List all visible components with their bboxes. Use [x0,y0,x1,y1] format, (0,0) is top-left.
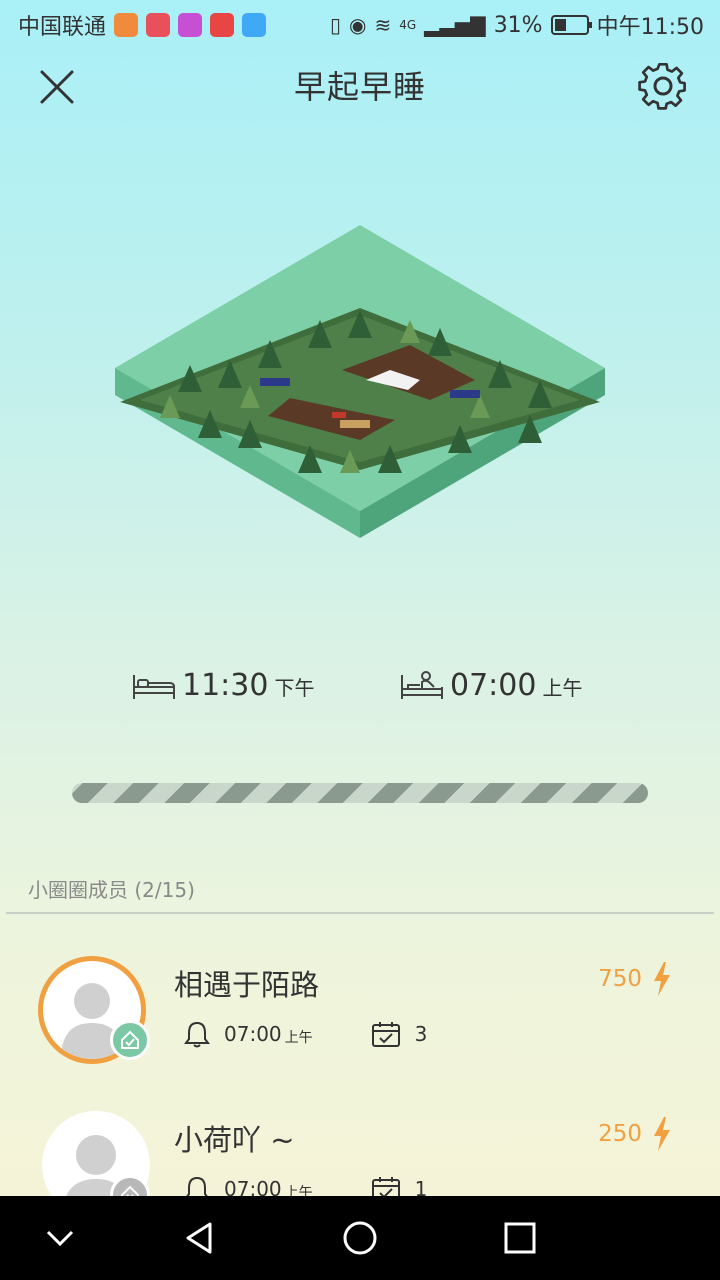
navigation-bar [0,1196,720,1280]
app-notification-icon [178,13,203,37]
clock: 中午11:50 [596,15,704,40]
wake-time-ampm: 上午 [542,676,583,700]
wake-time[interactable]: 07:00 上午 [400,668,582,703]
wake-time-value: 07:00 [450,668,537,703]
gear-icon[interactable] [636,58,690,112]
header: 早起早睡 [0,50,720,120]
app-notification-icon [146,13,171,37]
app-notification-icon [114,13,139,37]
status-bar: 中国联通 ▯ ◉ ≋ 4G ▂▃▅▇ 31% 中午11:50 [0,0,720,50]
member-score: 750 [598,962,672,996]
member-name: 相遇于陌路 [174,968,320,1002]
status-bar-left: 中国联通 [18,9,267,41]
alarm-ampm: 上午 [284,1029,313,1046]
bell-icon [184,1021,210,1048]
signal-icon: ▂▃▅▇ [424,13,486,37]
sleep-time-ampm: 下午 [274,676,315,700]
battery-percent: 31% [493,12,543,38]
lightning-icon [654,962,670,996]
member-row[interactable]: 相遇于陌路 750 07:00 上午 3 [0,950,720,1100]
app-notification-icon [242,13,267,37]
bed-wake-icon [401,670,443,699]
sleep-time[interactable]: 11:30 下午 [132,668,314,703]
home-icon[interactable] [340,1218,380,1258]
recents-icon[interactable] [500,1218,540,1258]
member-name: 小荷吖 ~ [174,1123,295,1157]
vibrate-icon: ▯ [329,13,341,37]
checked-in-badge [110,1020,150,1060]
checkin-count: 3 [414,1022,428,1046]
status-bar-right: ▯ ◉ ≋ 4G ▂▃▅▇ 31% 中午11:50 [330,9,704,41]
page-title: 早起早睡 [293,68,426,106]
eye-icon: ◉ [349,13,367,37]
score-value: 250 [598,1121,642,1147]
lightning-icon [654,1117,670,1151]
battery-icon [550,15,592,35]
network-label: 4G [399,18,417,32]
forest-illustration [115,225,605,538]
schedule-row: 11:30 下午 07:00 上午 [0,668,720,724]
home-check-icon [121,1030,139,1049]
member-score: 250 [598,1117,672,1151]
divider [6,912,714,914]
progress-bar [72,783,648,803]
sleep-time-value: 11:30 [182,668,269,703]
app-notification-icon [210,13,235,37]
wifi-icon: ≋ [374,13,392,37]
carrier-label: 中国联通 [18,15,107,40]
member-meta: 07:00 上午 3 [184,1020,427,1048]
calendar-check-icon [371,1022,400,1047]
back-icon[interactable] [180,1218,220,1258]
avatar-container [38,956,150,1064]
members-section-title: 小圈圈成员 (2/15) [28,878,195,902]
bed-sleep-icon [133,674,175,699]
score-value: 750 [598,966,642,992]
alarm-time: 07:00 [224,1022,282,1046]
chevron-down-icon[interactable] [40,1218,80,1258]
